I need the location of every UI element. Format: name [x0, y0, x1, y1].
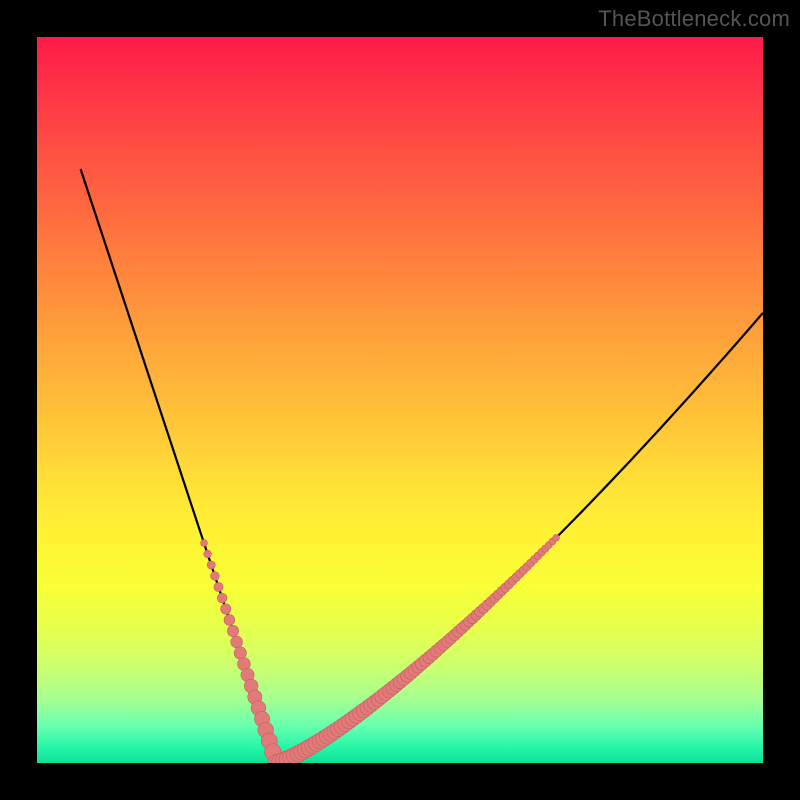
- bead-marker: [204, 550, 212, 558]
- bead-marker: [207, 561, 215, 569]
- bead-marker: [227, 625, 238, 636]
- bead-marker: [231, 636, 243, 648]
- bead-marker: [221, 604, 231, 614]
- bead-marker: [217, 593, 227, 603]
- bead-marker: [553, 534, 560, 541]
- bead-marker: [214, 582, 223, 591]
- bead-marker: [211, 572, 220, 581]
- bead-marker: [201, 540, 208, 547]
- bead-marker: [224, 615, 235, 626]
- watermark-text: TheBottleneck.com: [598, 6, 790, 32]
- beads-layer: [37, 37, 763, 763]
- bead-markers: [201, 534, 560, 763]
- plot-area: [37, 37, 763, 763]
- chart-container: TheBottleneck.com: [0, 0, 800, 800]
- bead-marker: [234, 647, 246, 659]
